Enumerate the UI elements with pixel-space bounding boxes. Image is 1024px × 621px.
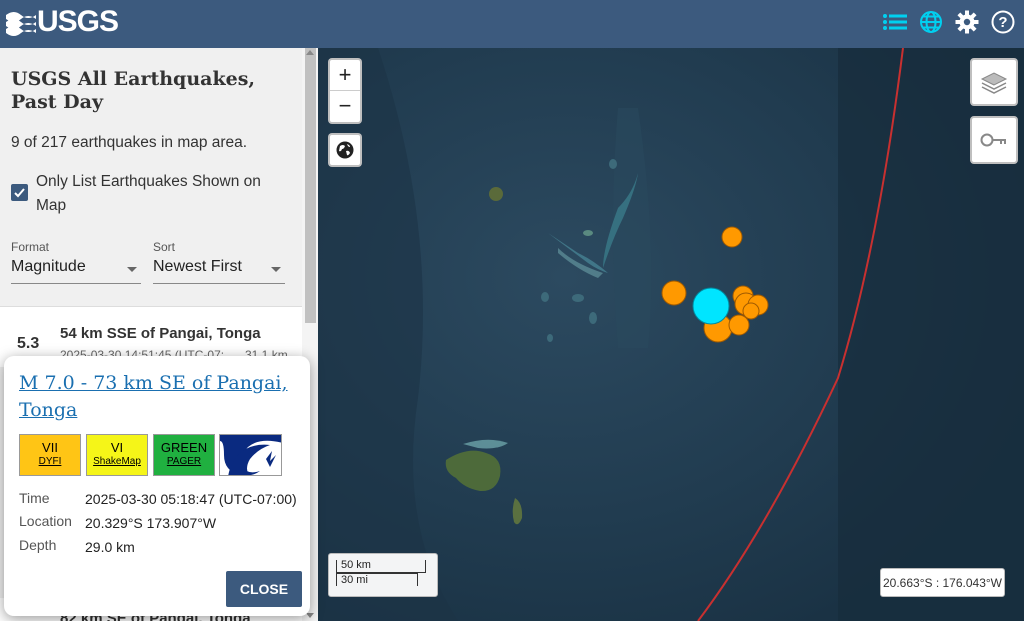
key-icon bbox=[980, 133, 1006, 147]
list-title: USGS All Earthquakes, Past Day bbox=[11, 68, 256, 113]
earthquake-marker[interactable] bbox=[728, 314, 750, 336]
list-item-magnitude: 5.3 bbox=[17, 335, 40, 352]
scrollbar-thumb[interactable] bbox=[305, 48, 316, 323]
help-icon[interactable]: ? bbox=[990, 9, 1016, 35]
shakemap-label: ShakeMap bbox=[93, 456, 141, 467]
time-value: 2025-03-30 05:18:47 (UTC-07:00) bbox=[85, 491, 297, 507]
scale-mi: 30 mi bbox=[336, 573, 418, 586]
tsunami-wave-icon bbox=[220, 435, 281, 475]
scale-km: 50 km bbox=[336, 560, 426, 573]
only-list-shown-option[interactable]: Only List Earthquakes Shown on Map bbox=[11, 170, 286, 218]
only-list-shown-label: Only List Earthquakes Shown on Map bbox=[36, 173, 261, 214]
usgs-logo[interactable]: USGS bbox=[6, 5, 119, 38]
dyfi-value: VII bbox=[42, 440, 58, 455]
chevron-down-icon bbox=[271, 267, 281, 272]
logo-text: USGS bbox=[37, 5, 119, 38]
zoom-control: + − bbox=[328, 58, 362, 124]
chevron-down-icon bbox=[127, 267, 137, 272]
depth-label: Depth bbox=[19, 537, 57, 553]
layers-button[interactable] bbox=[970, 58, 1018, 106]
sort-label: Sort bbox=[153, 240, 176, 254]
usgs-waves-icon bbox=[6, 12, 36, 36]
zoom-out-button[interactable]: − bbox=[330, 90, 360, 120]
selected-earthquake-marker[interactable] bbox=[692, 287, 730, 325]
dyfi-badge[interactable]: VII DYFI bbox=[19, 434, 81, 476]
earthquake-marker[interactable] bbox=[721, 226, 743, 248]
pager-label: PAGER bbox=[166, 456, 202, 467]
only-list-shown-checkbox[interactable] bbox=[11, 184, 28, 201]
format-select-value: Magnitude bbox=[11, 258, 86, 275]
sort-select[interactable]: Newest First bbox=[153, 258, 285, 284]
site-header: USGS ? bbox=[0, 0, 1024, 48]
layers-icon bbox=[980, 72, 1008, 94]
popup-title-link[interactable]: M 7.0 - 73 km SE of Pangai, Tonga bbox=[19, 370, 289, 424]
tsunami-badge[interactable] bbox=[219, 434, 282, 476]
time-label: Time bbox=[19, 490, 50, 506]
gear-icon[interactable] bbox=[954, 9, 980, 35]
reset-view-button[interactable] bbox=[328, 133, 362, 167]
depth-value: 29.0 km bbox=[85, 539, 135, 555]
map-scale: 50 km 30 mi bbox=[328, 553, 438, 597]
pager-badge[interactable]: GREEN PAGER bbox=[153, 434, 215, 476]
legend-button[interactable] bbox=[970, 116, 1018, 164]
earthquake-popup: M 7.0 - 73 km SE of Pangai, Tonga VII DY… bbox=[4, 356, 310, 616]
location-value: 20.329°S 173.907°W bbox=[85, 515, 217, 531]
globe-icon[interactable] bbox=[918, 9, 944, 35]
list-item-place: 54 km SSE of Pangai, Tonga bbox=[60, 325, 261, 342]
scroll-down-icon[interactable] bbox=[306, 613, 314, 618]
earthquake-count: 9 of 217 earthquakes in map area. bbox=[11, 134, 248, 151]
close-button[interactable]: CLOSE bbox=[226, 571, 302, 607]
format-select[interactable]: Magnitude bbox=[11, 258, 141, 284]
cursor-coordinates: 20.663°S : 176.043°W bbox=[880, 568, 1005, 597]
earthquake-marker[interactable] bbox=[742, 302, 760, 320]
pager-value: GREEN bbox=[160, 440, 208, 455]
shakemap-value: VI bbox=[110, 440, 124, 455]
sort-select-value: Newest First bbox=[153, 258, 242, 275]
format-label: Format bbox=[11, 240, 50, 254]
world-icon bbox=[336, 141, 354, 159]
svg-text:?: ? bbox=[998, 14, 1007, 31]
shakemap-badge[interactable]: VI ShakeMap bbox=[86, 434, 148, 476]
scroll-up-icon[interactable] bbox=[306, 50, 314, 55]
location-label: Location bbox=[19, 513, 72, 529]
earthquake-marker[interactable] bbox=[661, 280, 687, 306]
checkmark-icon bbox=[14, 188, 25, 198]
zoom-in-button[interactable]: + bbox=[330, 60, 360, 90]
earthquake-map[interactable]: + − 50 km 30 mi 20.663°S : 176.043°W bbox=[318, 48, 1024, 621]
dyfi-label: DYFI bbox=[38, 456, 62, 467]
list-icon[interactable] bbox=[882, 9, 908, 35]
